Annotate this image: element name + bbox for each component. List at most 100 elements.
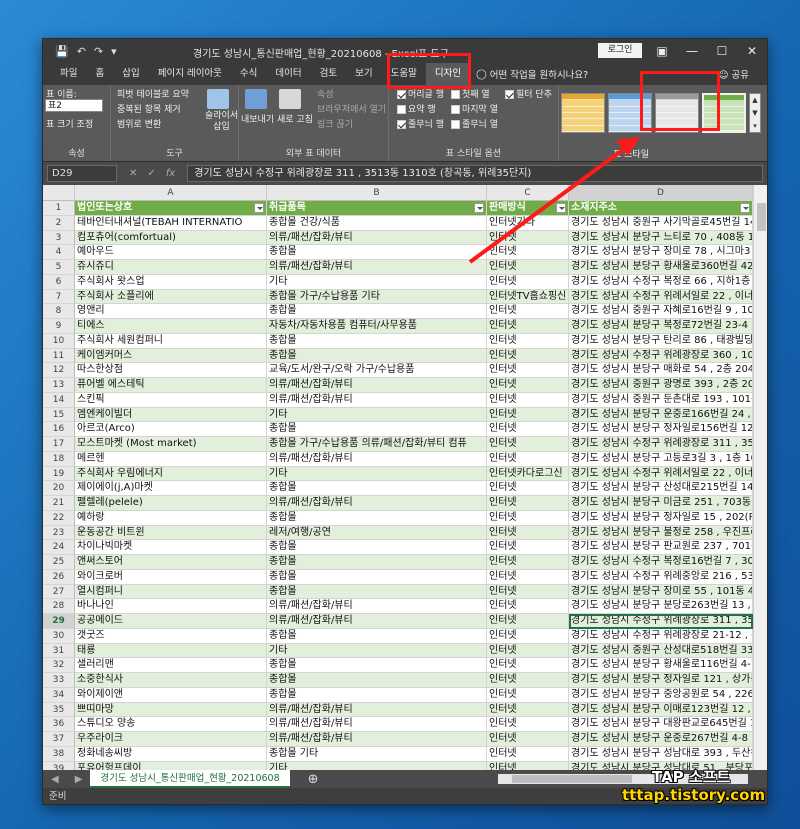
table-cell[interactable]: 스킨픽 [75,392,267,408]
table-cell[interactable]: 공공메이드 [75,614,267,629]
table-cell[interactable]: 종합몰 [267,628,487,644]
table-cell[interactable]: 케이엠커머스 [75,348,267,364]
tab-view[interactable]: 보기 [346,63,381,85]
remove-duplicates-button[interactable]: 중복된 항목 제거 [117,102,181,115]
column-header-a[interactable]: A [75,185,267,201]
table-cell[interactable]: 경기도 성남시 수정구 위례서일로 22 , 이너매스우 [569,466,753,482]
row-header[interactable]: 16 [43,422,75,437]
table-cell[interactable]: 바나나인 [75,599,267,614]
ribbon-display-icon[interactable]: ▣ [647,39,677,63]
table-cell[interactable]: 티에스 [75,319,267,334]
table-cell[interactable]: 인터넷 [487,437,569,452]
undo-icon[interactable]: ↶ [77,45,86,58]
table-cell[interactable]: 경기도 성남시 분당구 성남대로 393 , 두산위브파 [569,746,753,762]
resize-table-button[interactable]: 표 크기 조정 [46,117,93,130]
first-col-checkbox[interactable] [451,90,460,99]
table-cell[interactable]: 샐러리맨 [75,658,267,673]
maximize-icon[interactable]: ☐ [707,39,737,63]
table-cell[interactable]: 인터넷 [487,245,569,260]
table-header-cell[interactable]: 판매방식 [487,201,569,216]
table-cell[interactable]: 종합몰 [267,687,487,703]
table-cell[interactable]: 모스트마켓 (Most market) [75,437,267,452]
table-cell[interactable]: 태룡 [75,643,267,659]
table-cell[interactable]: 인터넷 [487,643,569,659]
last-col-option[interactable]: 마지막 열 [451,102,498,115]
table-cell[interactable]: 경기도 성남시 분당구 대왕판교로645번길 12 , 경 [569,717,753,732]
insert-function-icon[interactable]: fx [166,168,175,179]
row-header[interactable]: 7 [43,289,75,305]
table-cell[interactable]: 경기도 성남시 분당구 운중로166번길 24 , 1층 (운 [569,407,753,423]
vertical-scroll-thumb[interactable] [757,203,766,231]
table-cell[interactable]: 의류/패션/잡화/뷰티 [267,260,487,275]
row-header[interactable]: 37 [43,732,75,747]
table-cell[interactable]: 경기도 성남시 분당구 정자일로156번길 12 , 1007 [569,422,753,437]
prev-sheet-icon[interactable]: ◀ [43,774,67,785]
row-header[interactable]: 39 [43,761,75,770]
tab-page-layout[interactable]: 페이지 레이아웃 [149,63,231,85]
row-header[interactable]: 1 [43,201,75,216]
table-cell[interactable]: 우주라이크 [75,732,267,747]
table-cell[interactable]: 인터넷 [487,555,569,570]
table-cell[interactable]: 엠엔케이빌더 [75,407,267,423]
table-cell[interactable]: 경기도 성남시 수정구 위례광장로 360 , 102동 807호 ( [569,348,753,364]
filter-dropdown-icon[interactable] [740,203,750,213]
row-header[interactable]: 28 [43,599,75,614]
table-cell[interactable]: 경기도 성남시 중원구 둔촌대로 193 , 101동 108호 [569,392,753,408]
redo-icon[interactable]: ↷ [94,45,103,58]
vertical-scrollbar[interactable] [753,185,767,770]
table-cell[interactable]: 펠렐레(pelele) [75,496,267,511]
table-cell[interactable]: 인터넷 [487,407,569,423]
table-cell[interactable]: 경기도 성남시 분당구 황새울로360번길 42 , AK플 [569,260,753,275]
table-header-cell[interactable]: 취급품목 [267,201,487,216]
table-cell[interactable]: 따스한상점 [75,363,267,378]
total-row-checkbox[interactable] [397,105,406,114]
table-cell[interactable]: 정화네송씨방 [75,746,267,762]
table-cell[interactable]: 인터넷 [487,717,569,732]
row-header[interactable]: 21 [43,496,75,511]
table-cell[interactable]: 예하랑 [75,510,267,526]
table-cell[interactable]: 경기도 성남시 분당구 판교원로 237 , 701동 1203 [569,540,753,555]
total-row-option[interactable]: 요약 행 [397,102,436,115]
table-header-cell[interactable]: 법인또는상호 [75,201,267,216]
table-cell[interactable]: 경기도 성남시 수정구 위례광장로 311 , 3513동 13 [569,614,753,629]
table-cell[interactable]: 종합몰 [267,481,487,496]
table-cell[interactable]: 인터넷 [487,274,569,290]
tab-review[interactable]: 검토 [311,63,346,85]
table-cell[interactable]: 인터넷 [487,363,569,378]
row-header[interactable]: 20 [43,481,75,496]
table-cell[interactable]: 퓨어벨 에스테틱 [75,378,267,393]
table-cell[interactable]: 인터넷 [487,540,569,555]
table-cell[interactable]: 종합몰 [267,569,487,585]
table-cell[interactable]: 제이에이(j,A)마켓 [75,481,267,496]
table-cell[interactable]: 종합몰 [267,422,487,437]
row-header[interactable]: 30 [43,628,75,644]
row-header[interactable]: 4 [43,245,75,260]
table-cell[interactable]: 인터넷 [487,658,569,673]
row-header[interactable]: 12 [43,363,75,378]
table-cell[interactable]: 경기도 성남시 수정구 위례서일로 22 , 이너매스우 [569,289,753,305]
row-header[interactable]: 23 [43,525,75,541]
table-cell[interactable]: 종합몰 [267,304,487,319]
table-cell[interactable]: 종합몰 [267,245,487,260]
row-header[interactable]: 32 [43,658,75,673]
table-cell[interactable]: 교육/도서/완구/오락 가구/수납용품 [267,363,487,378]
table-cell[interactable]: 아르코(Arco) [75,422,267,437]
tab-data[interactable]: 데이터 [266,63,310,85]
table-cell[interactable]: 경기도 성남시 수정구 복정로16번길 7 , 302호 (복 [569,555,753,570]
table-cell[interactable]: 인터넷 [487,746,569,762]
table-cell[interactable]: 종합몰 [267,673,487,688]
table-cell[interactable]: 인터넷 [487,599,569,614]
table-cell[interactable]: 기타 [267,274,487,290]
table-cell[interactable]: 주식회사 우림에너지 [75,466,267,482]
row-header[interactable]: 24 [43,540,75,555]
insert-slicer-button[interactable]: 슬라이서 삽입 [205,111,238,133]
row-header[interactable]: 26 [43,569,75,585]
export-button[interactable]: 내보내기 [241,112,274,125]
row-header[interactable]: 22 [43,510,75,526]
login-button[interactable]: 로그인 [598,43,642,58]
save-icon[interactable]: 💾 [55,45,69,58]
banded-cols-option[interactable]: 줄무늬 열 [451,117,498,130]
table-cell[interactable]: 메르헨 [75,451,267,467]
row-header[interactable]: 25 [43,555,75,570]
table-cell[interactable]: 테바인터내셔널(TEBAH INTERNATIO [75,215,267,231]
